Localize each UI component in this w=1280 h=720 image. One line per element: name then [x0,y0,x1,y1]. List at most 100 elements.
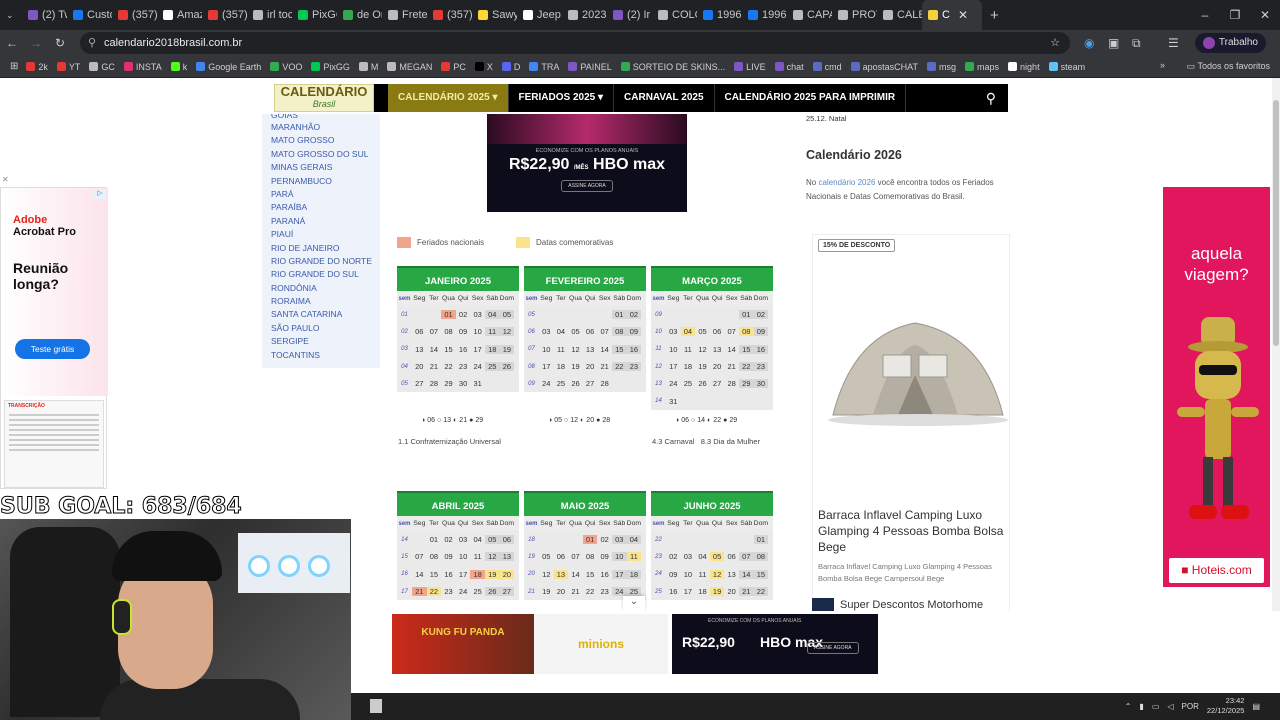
bookmark-9[interactable]: MEGAN [387,62,432,72]
hoteis-logo[interactable]: ■ Hoteis.com [1169,558,1264,583]
day-cell[interactable]: 10 [611,552,627,562]
day-cell[interactable]: 05 [568,327,583,336]
day-cell[interactable]: 04 [484,310,500,320]
day-cell[interactable]: 18 [484,344,500,354]
day-cell[interactable]: 02 [626,310,642,320]
back-icon[interactable]: ← [0,36,24,50]
day-cell[interactable]: 19 [484,569,500,579]
all-favorites-link[interactable]: ▭ Todos os favoritos [1187,61,1270,72]
motorhome-ad[interactable]: Super Descontos Motorhome [812,598,983,612]
day-cell[interactable]: 24 [611,587,627,597]
day-cell[interactable]: 24 [470,362,485,371]
day-cell[interactable]: 15 [583,570,598,579]
day-cell[interactable]: 06 [499,535,515,545]
day-cell[interactable]: 23 [626,362,642,372]
notifications-icon[interactable]: ▤ [1252,702,1260,711]
nav-item-1[interactable]: FERIADOS 2025 ▾ [509,84,615,112]
day-cell[interactable]: 03 [666,327,681,336]
tab-14[interactable]: COLO [652,0,697,30]
hbo-bottom-button[interactable]: ASSINE AGORA [807,642,859,654]
day-cell[interactable]: 31 [470,379,485,388]
day-cell[interactable]: 01 [427,535,442,544]
ad-close-icon[interactable]: ✕ [2,175,9,184]
day-cell[interactable]: 24 [539,379,554,388]
day-cell[interactable]: 17 [539,362,554,371]
extensions-puzzle-icon[interactable]: ⧉ [1132,36,1141,51]
minimize-icon[interactable]: – [1190,0,1220,30]
day-cell[interactable]: 12 [568,345,583,354]
language-indicator[interactable]: POR [1182,702,1199,711]
day-cell[interactable]: 08 [738,327,754,337]
bookmark-7[interactable]: PixGG [311,62,350,72]
bookmark-13[interactable]: TRA [529,62,559,72]
day-cell[interactable]: 07 [412,552,427,561]
ad-choices-icon[interactable]: ▷ [94,189,106,199]
day-cell[interactable]: 26 [484,587,500,597]
day-cell[interactable]: 20 [554,587,569,596]
day-cell[interactable]: 10 [456,552,471,561]
tab-8[interactable]: Frete [382,0,427,30]
state-link[interactable]: RIO GRANDE DO NORTE [271,255,380,268]
tab-16[interactable]: 1996 [742,0,787,30]
state-link[interactable]: SÃO PAULO [271,322,380,335]
day-cell[interactable]: 03 [681,552,696,561]
profile-button[interactable]: Trabalho [1194,33,1266,53]
reading-list-icon[interactable]: ☰ [1168,36,1179,50]
tab-7[interactable]: de Or [337,0,382,30]
state-link[interactable]: MATO GROSSO DO SUL [271,148,380,161]
day-cell[interactable]: 19 [709,587,725,597]
day-cell[interactable]: 06 [710,327,725,336]
state-link[interactable]: GOIÁS [271,114,380,121]
state-link[interactable]: MATO GROSSO [271,134,380,147]
day-cell[interactable]: 12 [695,345,710,354]
day-cell[interactable]: 09 [753,327,769,337]
day-cell[interactable]: 25 [681,379,696,388]
day-cell[interactable]: 03 [611,535,627,545]
bookmark-12[interactable]: D [501,62,520,72]
day-cell[interactable]: 16 [441,570,456,579]
day-cell[interactable]: 06 [583,327,598,336]
state-link[interactable]: RIO GRANDE DO SUL [271,268,380,281]
bookmark-star-icon[interactable]: ☆ [1050,32,1060,54]
day-cell[interactable]: 01 [753,535,769,545]
tab-9[interactable]: (357) [427,0,472,30]
day-cell[interactable]: 30 [753,379,769,389]
day-cell[interactable]: 11 [470,552,485,561]
day-cell[interactable]: 07 [724,327,739,336]
day-cell[interactable]: 15 [753,569,769,579]
day-cell[interactable]: 21 [412,587,427,597]
day-cell[interactable]: 01 [582,535,598,545]
tab-0[interactable]: (2) Tw [22,0,67,30]
day-cell[interactable]: 28 [427,379,442,388]
day-cell[interactable]: 10 [470,327,485,336]
network-icon[interactable]: ▭ [1152,702,1160,711]
day-cell[interactable]: 04 [554,327,569,336]
day-cell[interactable]: 02 [753,310,769,320]
day-cell[interactable]: 16 [753,344,769,354]
bookmark-10[interactable]: PC [441,62,466,72]
bookmark-5[interactable]: Google Earth [196,62,261,72]
day-cell[interactable]: 14 [738,569,754,579]
state-link[interactable]: RORAIMA [271,295,380,308]
adobe-ad[interactable]: Adobe Acrobat Pro Reunião longa? Teste g… [0,187,108,489]
tab-13[interactable]: (2) Ir [607,0,652,30]
tab-close-icon[interactable]: ✕ [958,8,968,22]
day-cell[interactable]: 22 [753,587,769,597]
tab-20[interactable]: C ✕ [922,0,982,30]
day-cell[interactable]: 16 [456,345,471,354]
bookmark-18[interactable]: cmd [812,62,842,72]
day-cell[interactable]: 08 [753,552,769,562]
bookmark-3[interactable]: INSTA [123,62,162,72]
day-cell[interactable]: 26 [499,362,515,372]
nav-item-0[interactable]: CALENDÁRIO 2025 ▾ [388,84,509,112]
day-cell[interactable]: 11 [484,327,500,337]
url-field[interactable]: ⚲ calendario2018brasil.com.br ☆ [80,32,1070,54]
site-logo[interactable]: CALENDÁRIO Brasil [274,84,374,112]
state-link[interactable]: RIO DE JANEIRO [271,242,380,255]
day-cell[interactable]: 13 [724,570,739,579]
day-cell[interactable]: 07 [568,552,583,561]
hbo-ad-top[interactable]: ECONOMIZE COM OS PLANOS ANUAIS R$22,90 /… [487,114,687,212]
state-link[interactable]: MARANHÃO [271,121,380,134]
day-cell[interactable]: 06 [724,552,739,561]
day-cell[interactable]: 24 [666,379,681,388]
